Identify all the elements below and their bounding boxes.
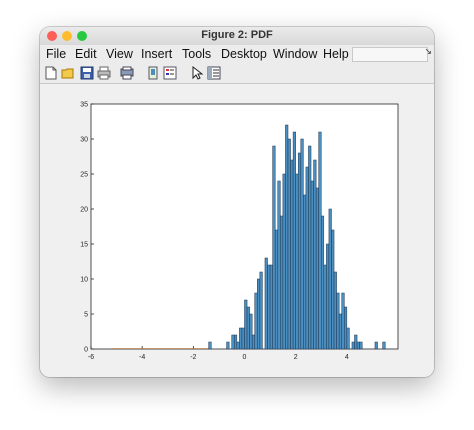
histogram-bar[interactable] — [303, 194, 307, 350]
histogram-bar[interactable] — [208, 341, 212, 350]
histogram-bar[interactable] — [295, 173, 299, 350]
histogram-bar[interactable] — [321, 215, 325, 350]
x-tick-label: -4 — [139, 354, 145, 361]
y-tick-label: 15 — [80, 242, 88, 249]
figure-toolbar — [40, 63, 434, 84]
histogram-bar[interactable] — [313, 159, 317, 350]
histogram-bar[interactable] — [257, 278, 261, 350]
y-tick-label: 20 — [80, 207, 88, 214]
histogram-bar[interactable] — [290, 159, 294, 350]
menu-desktop[interactable]: Desktop — [221, 47, 267, 61]
x-tick-label: -2 — [190, 354, 196, 361]
histogram-bar[interactable] — [241, 327, 245, 350]
histogram-bar[interactable] — [310, 180, 314, 350]
insert-legend-icon[interactable] — [163, 66, 177, 80]
histogram-bar[interactable] — [328, 208, 332, 350]
histogram-bar[interactable] — [305, 166, 309, 350]
property-inspector-icon[interactable] — [207, 66, 221, 80]
histogram-bar[interactable] — [231, 334, 235, 350]
histogram-bar[interactable] — [333, 271, 337, 350]
y-tick-label: 10 — [80, 277, 88, 284]
histogram-bar[interactable] — [323, 264, 327, 350]
histogram-bar[interactable] — [244, 299, 248, 350]
histogram-bar[interactable] — [251, 334, 255, 350]
histogram-bar[interactable] — [374, 341, 378, 350]
figure-window: Figure 2: PDF File Edit View Insert Tool… — [40, 27, 434, 377]
menu-bar: File Edit View Insert Tools Desktop Wind… — [40, 45, 434, 63]
histogram-chart[interactable]: -6 -4 -2 0 2 4 0 5 10 15 20 25 30 35 — [40, 84, 434, 377]
y-tick-label: 35 — [80, 102, 88, 109]
histogram-bar[interactable] — [346, 327, 350, 350]
histogram-bar[interactable] — [274, 229, 279, 350]
histogram-bar[interactable] — [234, 334, 238, 350]
menu-window[interactable]: Window — [273, 47, 317, 61]
menu-search-field[interactable] — [352, 47, 428, 62]
print-icon[interactable] — [97, 66, 111, 80]
figure-canvas[interactable]: -6 -4 -2 0 2 4 0 5 10 15 20 25 30 35 — [40, 84, 434, 377]
histogram-bar[interactable] — [336, 292, 340, 350]
histogram-bar[interactable] — [259, 271, 263, 350]
histogram-bar[interactable] — [249, 313, 253, 350]
title-bar[interactable]: Figure 2: PDF — [40, 27, 434, 45]
x-tick-label: 2 — [294, 354, 298, 361]
histogram-bar[interactable] — [356, 341, 360, 350]
menu-help[interactable]: Help — [323, 47, 349, 61]
histogram-bar[interactable] — [287, 138, 291, 350]
histogram-bar[interactable] — [272, 145, 276, 350]
histogram-bar[interactable] — [264, 257, 268, 350]
histogram-bar[interactable] — [351, 341, 355, 350]
histogram-bar[interactable] — [285, 124, 289, 350]
histogram-bar[interactable] — [308, 145, 312, 350]
histogram-bar[interactable] — [226, 341, 230, 350]
y-tick-label: 0 — [84, 347, 88, 354]
histogram-bar[interactable] — [239, 327, 243, 350]
link-plot-icon[interactable] — [146, 66, 160, 80]
histogram-bar[interactable] — [315, 187, 319, 350]
histogram-bar[interactable] — [280, 215, 284, 350]
histogram-bar[interactable] — [267, 264, 271, 350]
histogram-bar[interactable] — [344, 306, 348, 350]
histogram-bar[interactable] — [331, 229, 335, 350]
histogram-bar[interactable] — [338, 313, 342, 350]
histogram-bar[interactable] — [236, 341, 240, 350]
y-tick-label: 25 — [80, 172, 88, 179]
x-tick-label: -6 — [88, 354, 94, 361]
histogram-bar[interactable] — [292, 131, 296, 350]
y-tick-label: 5 — [84, 312, 88, 319]
menu-insert[interactable]: Insert — [141, 47, 172, 61]
histogram-bar[interactable] — [354, 334, 358, 350]
histogram-bar[interactable] — [300, 138, 304, 350]
window-title: Figure 2: PDF — [201, 29, 273, 41]
histogram-bar[interactable] — [326, 243, 330, 350]
histogram-bar[interactable] — [277, 180, 281, 350]
toolbar-toggle-icon[interactable]: ↘ — [424, 46, 432, 57]
print-preview-icon[interactable] — [120, 66, 134, 80]
menu-file[interactable]: File — [46, 47, 66, 61]
histogram-bar[interactable] — [318, 131, 322, 350]
menu-edit[interactable]: Edit — [75, 47, 97, 61]
save-icon[interactable] — [80, 66, 94, 80]
histogram-bar[interactable] — [269, 264, 273, 350]
histogram-bar[interactable] — [341, 292, 345, 350]
histogram-bar[interactable] — [282, 173, 286, 350]
menu-tools[interactable]: Tools — [182, 47, 211, 61]
histogram-bar[interactable] — [359, 341, 363, 350]
new-figure-icon[interactable] — [44, 66, 58, 80]
edit-plot-arrow-icon[interactable] — [190, 65, 204, 80]
menu-view[interactable]: View — [106, 47, 133, 61]
x-tick-label: 0 — [243, 354, 247, 361]
x-tick-label: 4 — [345, 354, 349, 361]
y-tick-label: 30 — [80, 137, 88, 144]
open-file-icon[interactable] — [61, 66, 75, 80]
histogram-bar[interactable] — [254, 292, 258, 350]
histogram-bar[interactable] — [246, 306, 250, 350]
histogram-bar[interactable] — [382, 341, 386, 350]
histogram-bar[interactable] — [297, 152, 302, 350]
